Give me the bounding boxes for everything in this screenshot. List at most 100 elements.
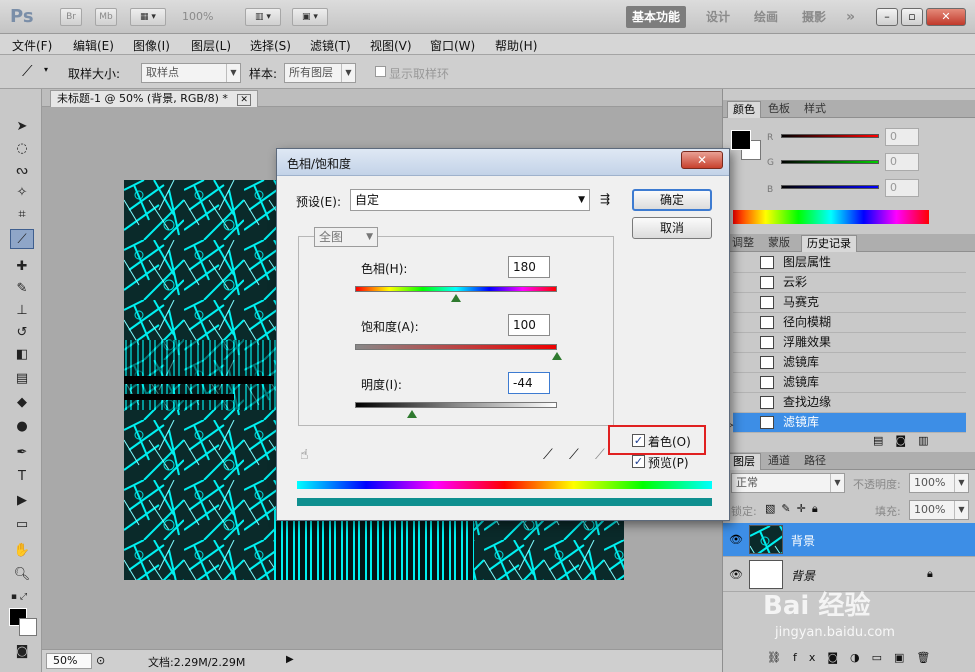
targeted-adjustment-hand-icon[interactable]: ☝ (300, 447, 309, 463)
workspace-photography[interactable]: 摄影 (796, 6, 832, 28)
path-selection-tool-icon[interactable]: ▶ (10, 491, 34, 511)
more-workspaces-icon[interactable]: » (840, 6, 861, 28)
history-item[interactable]: 云彩 (733, 273, 966, 293)
fill-field[interactable]: 100% ▼ (909, 500, 969, 520)
preview-checkbox[interactable]: ✓ (632, 455, 645, 468)
tab-swatches[interactable]: 色板 (763, 101, 795, 118)
tab-channels[interactable]: 通道 (763, 453, 795, 470)
visibility-eye-icon[interactable]: 👁︎ (729, 533, 743, 546)
history-item[interactable]: 滤镜库 (733, 373, 966, 393)
layer-actions[interactable]: ⛓fx◙◑▭▣🗑︎ (767, 651, 942, 664)
channel-g-slider[interactable] (781, 160, 879, 164)
show-sampling-ring-checkbox[interactable] (375, 66, 386, 77)
bridge-button[interactable]: Br (60, 8, 82, 26)
preset-select[interactable]: 自定 ▼ (350, 189, 590, 211)
tab-styles[interactable]: 样式 (799, 101, 831, 118)
color-foreground-swatch[interactable] (731, 130, 751, 150)
eyedropper-tool-icon[interactable]: ⟋ (10, 229, 34, 249)
history-actions[interactable]: ▤◙▥ (873, 434, 940, 447)
zoom-tool-icon[interactable]: 🔍︎ (10, 565, 34, 585)
eyedropper-plus-icon[interactable]: ⟋ (569, 447, 579, 463)
saturation-slider-track[interactable] (355, 344, 557, 350)
healing-brush-tool-icon[interactable]: ✚ (10, 257, 34, 277)
zoom-level-readout[interactable]: 100% (182, 10, 213, 23)
ok-button[interactable]: 确定 (632, 189, 712, 211)
crop-tool-icon[interactable]: ⌗ (10, 205, 34, 225)
eraser-tool-icon[interactable]: ◧ (10, 345, 34, 365)
close-document-icon[interactable]: ✕ (237, 94, 251, 106)
channel-g-value[interactable]: 0 (885, 153, 919, 171)
lightness-slider-thumb[interactable] (406, 410, 417, 418)
lightness-input[interactable]: -44 (508, 372, 550, 394)
clone-stamp-tool-icon[interactable]: ⊥ (10, 301, 34, 321)
layer-row-selected[interactable]: 👁︎ 背景 (723, 523, 975, 557)
eyedropper-minus-icon[interactable]: ⟋ (595, 447, 605, 463)
move-tool-icon[interactable]: ➤ (10, 117, 34, 137)
mini-bridge-button[interactable]: Mb (95, 8, 117, 26)
minimize-button[interactable]: – (876, 8, 898, 26)
quick-selection-tool-icon[interactable]: ✧ (10, 183, 34, 203)
workspace-design[interactable]: 设计 (700, 6, 736, 28)
hue-slider-track[interactable] (355, 286, 557, 292)
preset-options-icon[interactable]: ⇶ (600, 192, 610, 206)
blend-mode-select[interactable]: 正常 ▼ (731, 473, 845, 493)
channel-r-slider[interactable] (781, 134, 879, 138)
screen-mode-button[interactable]: ▣ ▾ (292, 8, 328, 26)
history-item[interactable]: 滤镜库 (733, 353, 966, 373)
workspace-essentials[interactable]: 基本功能 (626, 6, 687, 28)
saturation-slider-thumb[interactable] (552, 352, 562, 360)
menu-select[interactable]: 选择(S) (250, 37, 291, 54)
layer-name[interactable]: 背景 (791, 532, 815, 549)
sample-size-select[interactable]: 取样点 ▼ (141, 63, 241, 83)
saturation-input[interactable]: 100 (508, 314, 550, 336)
menu-image[interactable]: 图像(I) (133, 37, 170, 54)
type-tool-icon[interactable]: T (10, 467, 34, 487)
view-extras-button[interactable]: ▦ ▾ (130, 8, 166, 26)
gradient-tool-icon[interactable]: ▤ (10, 369, 34, 389)
status-expand-arrow-icon[interactable]: ▶ (286, 654, 294, 665)
lightness-slider-track[interactable] (355, 402, 557, 408)
quick-mask-icon[interactable]: ◙ (10, 642, 34, 662)
menu-view[interactable]: 视图(V) (370, 37, 412, 54)
status-menu-icon[interactable]: ⊙ (96, 654, 105, 667)
tab-layers[interactable]: 图层 (727, 453, 761, 470)
history-item[interactable]: 图层属性 (733, 253, 966, 273)
history-item-selected[interactable]: ▷滤镜库 (725, 413, 966, 433)
menu-file[interactable]: 文件(F) (12, 37, 52, 54)
workspace-painting[interactable]: 绘画 (748, 6, 784, 28)
channel-r-value[interactable]: 0 (885, 128, 919, 146)
channel-select[interactable]: 全图 ▼ (314, 227, 378, 247)
arrange-documents-button[interactable]: ▥ ▾ (245, 8, 281, 26)
lock-icons[interactable]: ▧✎✛🔒︎ (765, 502, 824, 516)
dodge-tool-icon[interactable]: ● (10, 417, 34, 437)
opacity-field[interactable]: 100% ▼ (909, 473, 969, 493)
cancel-button[interactable]: 取消 (632, 217, 712, 239)
history-item[interactable]: 径向模糊 (733, 313, 966, 333)
status-zoom-field[interactable]: 50% (46, 653, 92, 669)
menu-layer[interactable]: 图层(L) (191, 37, 231, 54)
document-tab[interactable]: 未标题-1 @ 50% (背景, RGB/8) * ✕ (50, 90, 258, 107)
background-color-swatch[interactable] (19, 618, 37, 636)
history-item[interactable]: 查找边缘 (733, 393, 966, 413)
hue-slider-thumb[interactable] (451, 294, 461, 302)
brush-tool-icon[interactable]: ✎ (10, 279, 34, 299)
menu-window[interactable]: 窗口(W) (430, 37, 475, 54)
visibility-eye-icon[interactable]: 👁︎ (729, 568, 743, 581)
tab-adjustments[interactable]: 调整 (727, 235, 759, 252)
color-spectrum-bar[interactable] (733, 210, 929, 224)
eyedropper-icon[interactable]: ⟋ (22, 62, 33, 80)
menu-edit[interactable]: 编辑(E) (73, 37, 114, 54)
history-brush-tool-icon[interactable]: ↺ (10, 323, 34, 343)
dialog-close-button[interactable]: ✕ (681, 151, 723, 169)
tab-masks[interactable]: 蒙版 (763, 235, 795, 252)
history-item[interactable]: 马赛克 (733, 293, 966, 313)
close-app-button[interactable]: ✕ (926, 8, 966, 26)
sample-layers-select[interactable]: 所有图层 ▼ (284, 63, 356, 83)
tab-paths[interactable]: 路径 (799, 453, 831, 470)
tool-preset-dropdown-icon[interactable]: ▾ (44, 65, 48, 74)
shape-tool-icon[interactable]: ▭ (10, 515, 34, 535)
menu-filter[interactable]: 滤镜(T) (310, 37, 351, 54)
hue-input[interactable]: 180 (508, 256, 550, 278)
marquee-tool-icon[interactable]: ◌ (10, 139, 34, 159)
eyedropper-icon[interactable]: ⟋ (543, 447, 553, 463)
